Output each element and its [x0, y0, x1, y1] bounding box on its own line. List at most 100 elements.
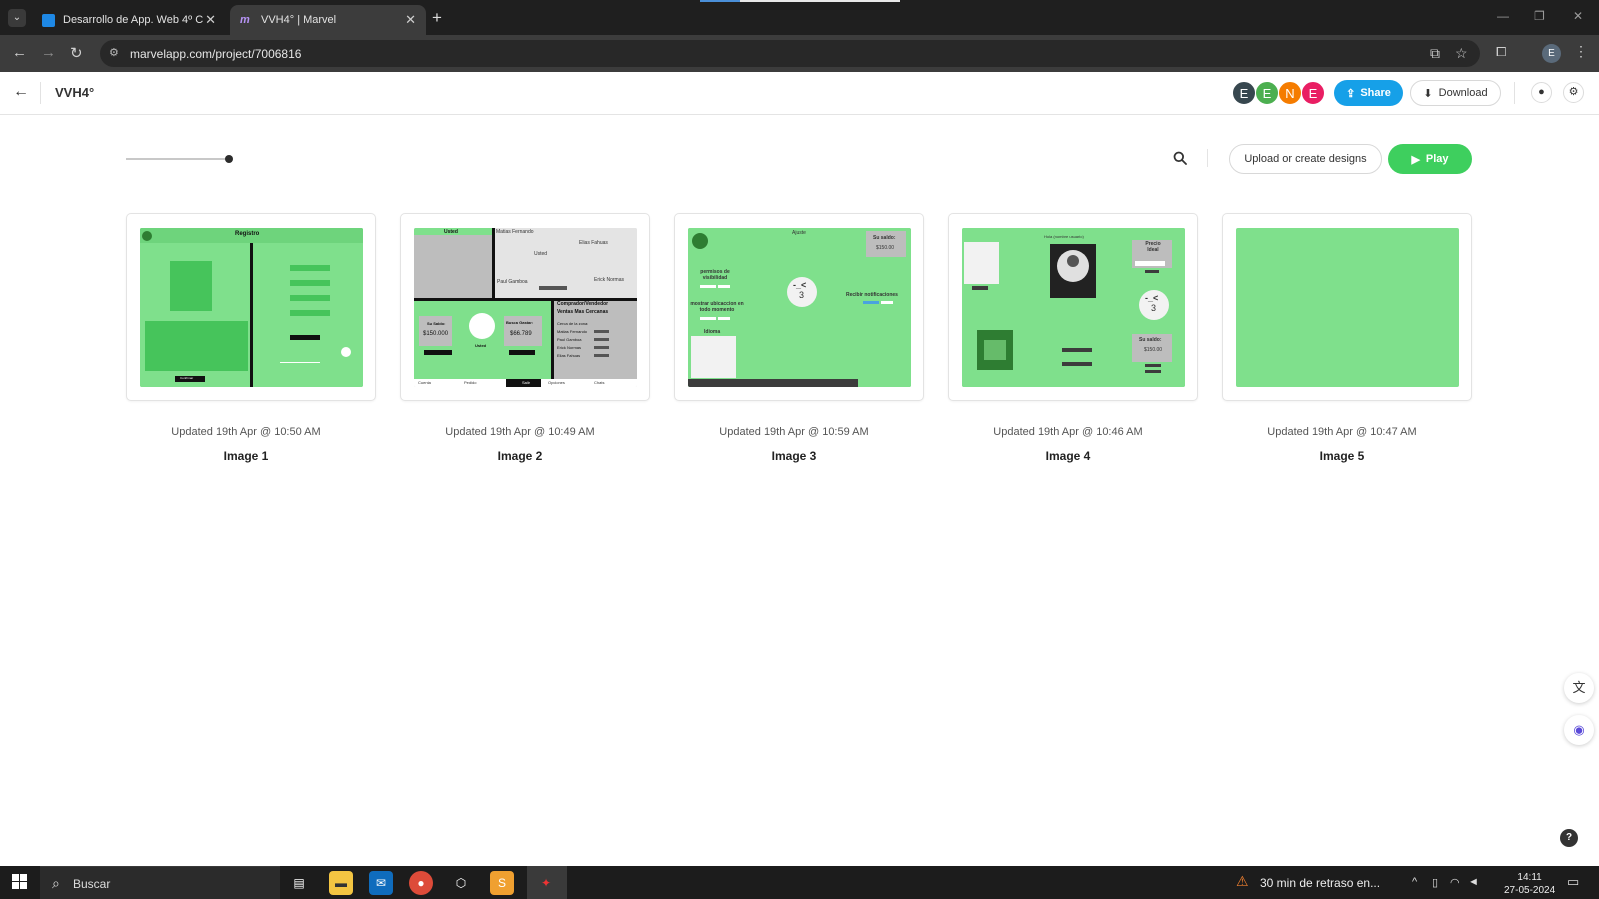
extensions-icon[interactable]: ⧠	[1496, 44, 1506, 60]
close-tab-icon[interactable]: ✕	[205, 12, 216, 28]
card-name[interactable]: Image 3	[669, 449, 919, 463]
browser-tab-desarrollo[interactable]: Desarrollo de App. Web 4º C ✕	[32, 5, 226, 35]
download-icon: ⬇	[1423, 87, 1433, 100]
traffic-alert-icon[interactable]: ⚠	[1236, 873, 1249, 890]
thumb-tab-label: Pedido	[464, 380, 477, 385]
play-icon: ▶	[1411, 153, 1420, 166]
avatar[interactable]: E	[1255, 81, 1279, 105]
url-text[interactable]: marvelapp.com/project/7006816	[130, 47, 301, 61]
thumb-idioma-label: Idioma	[704, 329, 721, 335]
card-name[interactable]: Image 4	[943, 449, 1193, 463]
tab-search-icon[interactable]: ⌄	[8, 9, 26, 27]
thumb-cerca-label: Cerca de la zona:	[557, 321, 589, 326]
battery-icon[interactable]: ▯	[1432, 876, 1438, 889]
image-card-3[interactable]: Ajuste Su saldo: $150.00 permisos de vis…	[674, 213, 924, 401]
zoom-slider-track[interactable]	[126, 158, 230, 160]
avatar[interactable]: E	[1301, 81, 1325, 105]
task-view-icon[interactable]: ▤	[287, 871, 311, 895]
reload-icon[interactable]: ↻	[70, 44, 83, 62]
zoom-slider-handle[interactable]	[225, 155, 233, 163]
play-button[interactable]: ▶ Play	[1388, 144, 1472, 174]
avatar[interactable]: N	[1278, 81, 1302, 105]
search-icon[interactable]	[1173, 151, 1187, 168]
image-card-2[interactable]: Usted Matias Fernando Elias Fahuas Usted…	[400, 213, 650, 401]
play-label: Play	[1425, 153, 1449, 165]
thumb-gastar-value: $66.789	[510, 331, 532, 337]
wifi-icon[interactable]: ◠	[1450, 876, 1460, 889]
download-label: Download	[1438, 87, 1488, 99]
assistant-widget-icon[interactable]: ◉	[1564, 715, 1594, 745]
volume-icon[interactable]: ◄	[1468, 876, 1479, 888]
browser-menu-icon[interactable]: ⋮	[1574, 43, 1588, 60]
chrome-icon[interactable]: ●	[409, 871, 433, 895]
thumb-comprador-label: Comprador/Vendedor	[557, 301, 609, 307]
thumb-matias-label: Matias Fernando	[496, 229, 534, 235]
marvel-logo-icon: m	[240, 13, 250, 26]
card-updated-time: Updated 19th Apr @ 10:59 AM	[719, 426, 869, 438]
file-explorer-icon[interactable]: ▬	[329, 871, 353, 895]
back-arrow-icon[interactable]: ←	[13, 83, 29, 101]
new-tab-button[interactable]: +	[432, 8, 442, 28]
thumb-tab-label: Opciones	[548, 380, 565, 385]
thumb-face-3: 3	[1151, 303, 1157, 313]
thumb-list-item: Erick Normas	[557, 345, 582, 350]
thumb-button-label: Confirmar	[180, 376, 194, 380]
thumb-list-item: Paul Gamboa	[557, 337, 582, 342]
card-name[interactable]: Image 1	[121, 449, 371, 463]
translate-widget-icon[interactable]: 文	[1564, 673, 1594, 703]
image-card-5[interactable]	[1222, 213, 1472, 401]
card-name[interactable]: Image 5	[1217, 449, 1467, 463]
close-window-icon[interactable]: ✕	[1573, 9, 1583, 23]
upload-designs-button[interactable]: Upload or create designs	[1229, 144, 1382, 174]
tray-chevron-icon[interactable]: ^	[1412, 876, 1417, 888]
card-name[interactable]: Image 2	[395, 449, 645, 463]
close-tab-icon[interactable]: ✕	[405, 12, 416, 28]
thumb-list-item: Matias Fernando	[557, 329, 588, 334]
collaborator-avatars: E E N E	[1232, 81, 1325, 105]
card-updated-time: Updated 19th Apr @ 10:49 AM	[445, 426, 595, 438]
taskbar-notification[interactable]: 30 min de retraso en...	[1260, 876, 1380, 890]
figma-like-app-icon[interactable]: ✦	[534, 871, 558, 895]
share-button[interactable]: ⇪ Share	[1334, 80, 1403, 106]
taskbar-clock[interactable]: 14:11 27-05-2024	[1504, 871, 1555, 897]
notification-center-icon[interactable]: ▭	[1567, 874, 1579, 890]
back-icon[interactable]: ←	[12, 44, 27, 61]
minimize-icon[interactable]: —	[1497, 9, 1509, 23]
browser-toolbar: ← → ↻ ⚙ marvelapp.com/project/7006816 ⧉ …	[0, 35, 1599, 72]
forward-icon[interactable]: →	[41, 44, 56, 61]
sublime-icon[interactable]: S	[490, 871, 514, 895]
translate-icon[interactable]: ⧉	[1430, 45, 1440, 62]
card-updated-time: Updated 19th Apr @ 10:47 AM	[1267, 426, 1417, 438]
thumb-face: -_<	[793, 280, 807, 290]
image-thumbnail[interactable]	[1236, 228, 1459, 387]
thumb-saldo-label: Su saldo:	[1139, 337, 1162, 343]
image-thumbnail[interactable]: Hola (nombre usuario) Precio Ideal Su sa…	[962, 228, 1185, 387]
download-button[interactable]: ⬇ Download	[1410, 80, 1501, 106]
cube-app-icon[interactable]: ⬡	[449, 871, 473, 895]
profile-avatar[interactable]: E	[1542, 44, 1561, 63]
bookmark-star-icon[interactable]: ☆	[1455, 45, 1468, 62]
thumb-face: -_<	[1145, 293, 1159, 303]
restore-icon[interactable]: ❐	[1534, 9, 1545, 23]
windows-start-icon[interactable]	[12, 874, 27, 893]
card-updated-time: Updated 19th Apr @ 10:50 AM	[171, 426, 321, 438]
address-bar[interactable]: ⚙ marvelapp.com/project/7006816 ⧉ ☆	[100, 40, 1480, 67]
comments-icon[interactable]: ●	[1531, 82, 1552, 103]
thumb-ventas-label: Ventas Mas Cercanas	[557, 309, 609, 315]
settings-gear-icon[interactable]: ⚙	[1563, 82, 1584, 103]
site-info-icon[interactable]: ⚙	[109, 46, 119, 59]
thumb-saldo-value: $150.00	[876, 245, 895, 251]
image-thumbnail[interactable]: Ajuste Su saldo: $150.00 permisos de vis…	[688, 228, 911, 387]
image-card-4[interactable]: Hola (nombre usuario) Precio Ideal Su sa…	[948, 213, 1198, 401]
taskbar-search-box[interactable]: ⌕ Buscar	[40, 866, 280, 899]
page-load-progress	[700, 0, 900, 2]
browser-tab-marvel[interactable]: m VVH4° | Marvel ✕	[230, 5, 426, 35]
mail-icon[interactable]: ✉	[369, 871, 393, 895]
windows-taskbar: ⌕ Buscar ▤ ▬ ✉ ● ⬡ S ✦ ⚠ 30 min de retra…	[0, 866, 1599, 899]
help-icon[interactable]: ?	[1560, 829, 1578, 847]
thumb-notif-label: Recibir notificaciones	[846, 292, 898, 298]
image-card-1[interactable]: Registro Confirmar	[126, 213, 376, 401]
avatar[interactable]: E	[1232, 81, 1256, 105]
image-thumbnail[interactable]: Registro Confirmar	[140, 228, 363, 387]
image-thumbnail[interactable]: Usted Matias Fernando Elias Fahuas Usted…	[414, 228, 637, 387]
